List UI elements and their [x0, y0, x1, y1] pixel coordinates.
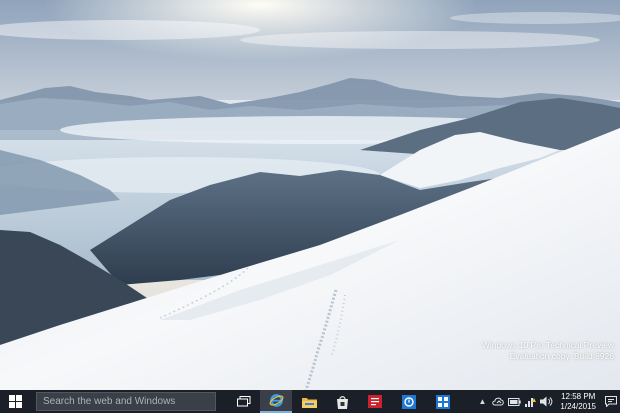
- clock[interactable]: 12:58 PM 1/24/2015: [554, 392, 602, 411]
- speaker-icon: [539, 396, 553, 407]
- chevron-up-icon: ▲: [478, 397, 487, 406]
- grid-app-button[interactable]: [426, 390, 460, 413]
- start-button[interactable]: [0, 390, 30, 413]
- system-tray: ▲ 12:58 PM 1/24/2015: [474, 390, 620, 413]
- network-warning-icon: [524, 397, 536, 407]
- clock-time: 12:58 PM: [561, 392, 596, 401]
- onedrive-tray-button[interactable]: [490, 390, 506, 413]
- search-input[interactable]: [43, 396, 215, 407]
- store-icon: [336, 395, 348, 409]
- folder-icon: [301, 397, 317, 408]
- battery-icon: [507, 397, 521, 406]
- action-center-button[interactable]: [602, 390, 620, 413]
- clock-date: 1/24/2015: [560, 401, 596, 411]
- taskbar: ▲: [0, 390, 620, 413]
- mountain-landscape-image: [0, 0, 620, 390]
- watermark-line-2: Evaluation copy. Build 9926: [509, 351, 614, 361]
- red-app-icon: [368, 395, 382, 408]
- volume-tray-button[interactable]: [538, 390, 554, 413]
- notification-icon: [605, 396, 617, 407]
- internet-explorer-icon: [269, 394, 283, 407]
- blue-app-icon: [402, 394, 416, 409]
- task-view-button[interactable]: [228, 390, 260, 413]
- cloud-sync-icon: [492, 397, 504, 405]
- search-box[interactable]: [36, 392, 216, 411]
- file-explorer-button[interactable]: [292, 390, 326, 413]
- evaluation-watermark: Windows 10 Pro Technical Preview Evaluat…: [482, 340, 614, 362]
- red-app-button[interactable]: [358, 390, 392, 413]
- blue-app-button[interactable]: [392, 390, 426, 413]
- battery-tray-button[interactable]: [506, 390, 522, 413]
- watermark-line-1: Windows 10 Pro Technical Preview: [481, 340, 614, 350]
- internet-explorer-button[interactable]: [260, 390, 292, 413]
- grid-app-icon: [436, 394, 450, 409]
- task-view-icon: [237, 396, 251, 407]
- windows-logo-icon: [8, 395, 22, 408]
- desktop-wallpaper: Windows 10 Pro Technical Preview Evaluat…: [0, 0, 620, 390]
- network-tray-button[interactable]: [522, 390, 538, 413]
- show-hidden-icons-button[interactable]: ▲: [474, 390, 490, 413]
- store-button[interactable]: [326, 390, 358, 413]
